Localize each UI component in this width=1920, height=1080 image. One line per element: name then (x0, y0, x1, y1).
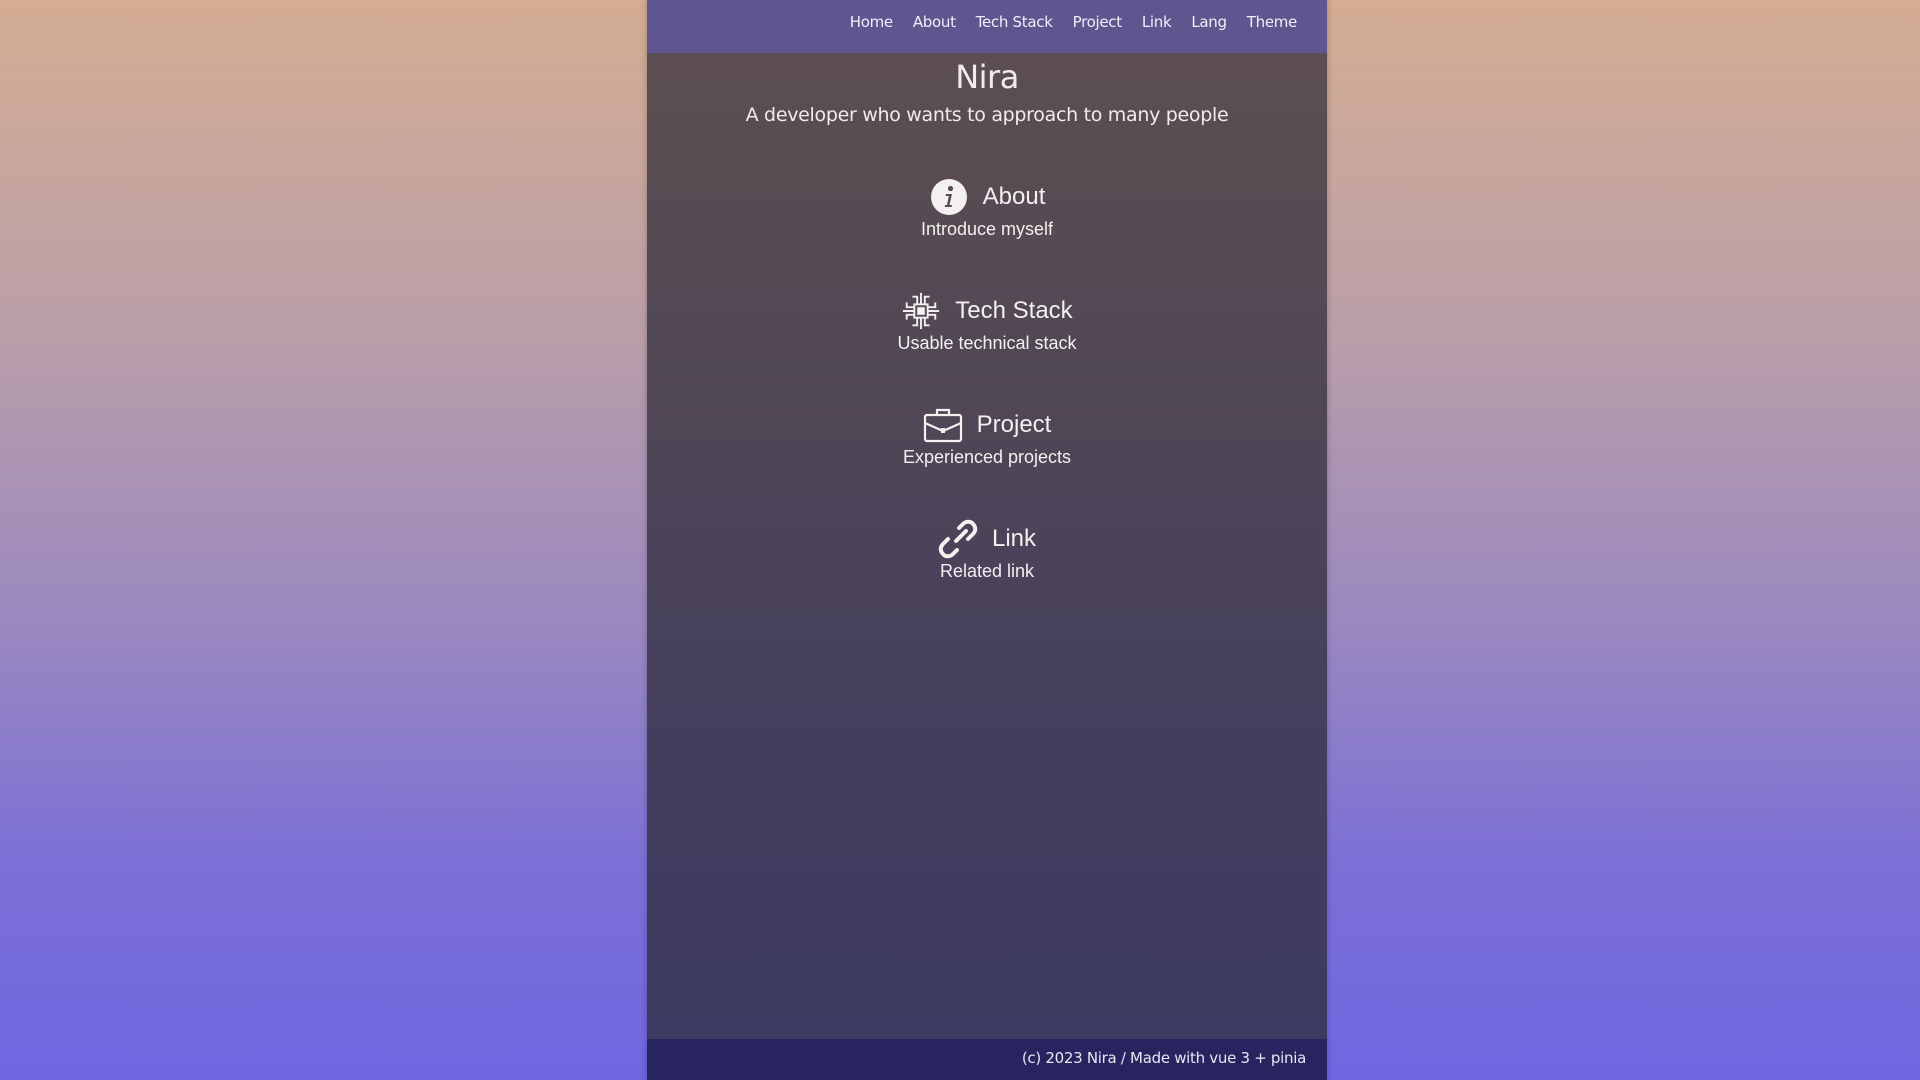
menu-item-label: About (982, 183, 1046, 210)
menu-item-head: About (647, 175, 1327, 219)
menu-item-head: Tech Stack (647, 289, 1327, 333)
menu-item-label: Project (976, 411, 1052, 438)
nav-project[interactable]: Project (1073, 13, 1123, 31)
menu-item-description: Usable technical stack (897, 333, 1077, 353)
cpu-chip-icon (901, 291, 941, 331)
page-footer: (c) 2023 Nira / Made with vue 3 + pinia (647, 1039, 1327, 1080)
app-container: Home About Tech Stack Project Link Lang … (647, 0, 1327, 1080)
menu-item-description: Experienced projects (902, 447, 1072, 467)
briefcase-icon (923, 405, 963, 445)
nav-lang[interactable]: Lang (1191, 13, 1227, 31)
menu-item-head: Link (647, 517, 1327, 561)
menu-item-about[interactable]: About Introduce myself (647, 175, 1327, 289)
nav-tech-stack[interactable]: Tech Stack (976, 13, 1053, 31)
nav-home[interactable]: Home (850, 13, 893, 31)
nav-link[interactable]: Link (1142, 13, 1172, 31)
menu-item-description: Related link (939, 561, 1035, 581)
menu-item-link[interactable]: Link Related link (647, 517, 1327, 631)
link-chain-icon (938, 519, 978, 559)
page-subtitle: A developer who wants to approach to man… (745, 104, 1229, 126)
info-circle-icon (929, 177, 969, 217)
menu-item-label: Tech Stack (955, 297, 1073, 324)
page-title: Nira (955, 58, 1019, 96)
footer-copyright: (c) 2023 Nira / Made with vue 3 + pinia (1021, 1049, 1306, 1067)
menu-item-label: Link (991, 525, 1037, 552)
top-navbar: Home About Tech Stack Project Link Lang … (647, 0, 1327, 53)
menu-item-description: Introduce myself (920, 219, 1054, 239)
nav-theme[interactable]: Theme (1247, 13, 1298, 31)
menu-item-project[interactable]: Project Experienced projects (647, 403, 1327, 517)
hero-header: Nira A developer who wants to approach t… (647, 53, 1327, 129)
nav-about[interactable]: About (913, 13, 956, 31)
menu-item-tech-stack[interactable]: Tech Stack Usable technical stack (647, 289, 1327, 403)
menu-item-head: Project (647, 403, 1327, 447)
main-menu: About Introduce myself Tech Stack Usable… (647, 175, 1327, 631)
